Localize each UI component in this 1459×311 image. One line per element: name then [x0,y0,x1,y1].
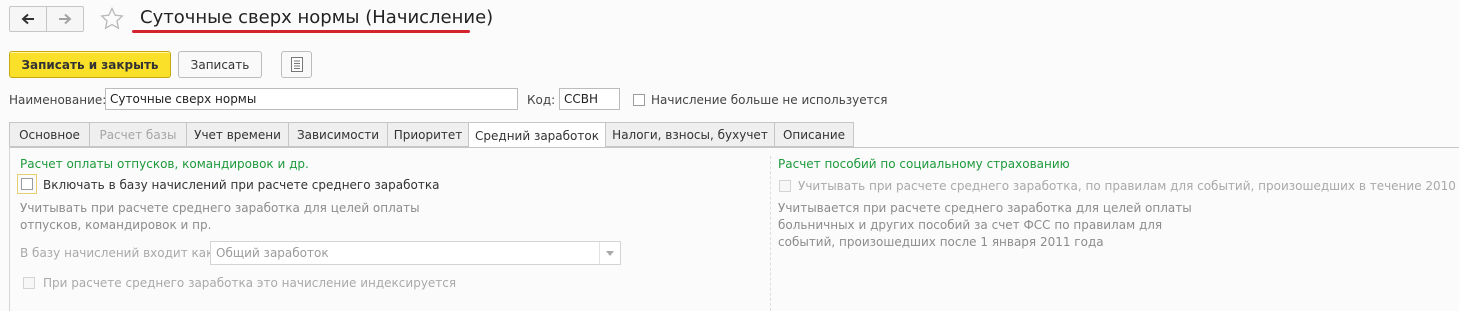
tab-bar: Основное Расчет базы Учет времени Зависи… [9,122,854,148]
tab-description[interactable]: Описание [774,122,854,147]
base-type-dropdown-button [599,242,620,264]
tab-content-left-border [9,147,10,311]
left-hint: Учитывать при расчете среднего заработка… [20,200,420,234]
include-checkbox-focus [17,174,37,194]
name-input[interactable]: Суточные сверх нормы [105,88,518,110]
code-label: Код: [527,93,556,107]
social-insurance-label: Учитывать при расчете среднего заработка… [798,179,1459,193]
forward-button[interactable] [46,7,83,31]
left-hint-line-1: Учитывать при расчете среднего заработка… [20,201,420,215]
save-button[interactable]: Записать [178,51,262,78]
social-insurance-checkbox [779,180,791,192]
left-hint-line-2: отпусков, командировок и пр. [20,218,212,232]
tab-priority[interactable]: Приоритет [387,122,468,147]
unused-checkbox[interactable] [633,94,645,106]
nav-group [9,6,84,32]
tab-time-tracking[interactable]: Учет времени [186,122,288,147]
base-type-label: В базу начислений входит как: [20,246,218,260]
list-icon [290,57,303,72]
tab-average-earnings[interactable]: Средний заработок [468,122,605,148]
code-input[interactable]: ССВН [559,88,620,110]
tab-dependencies[interactable]: Зависимости [288,122,387,147]
right-note-line-3: событий, произошедших после 1 января 201… [778,235,1104,249]
right-section-heading: Расчет пособий по социальному страховани… [778,157,1070,171]
indexed-label: При расчете среднего заработка это начис… [43,276,457,290]
right-note-line-2: больничных и других пособий за счет ФСС … [778,218,1163,232]
include-label[interactable]: Включать в базу начислений при расчете с… [43,178,439,192]
tab-main[interactable]: Основное [9,122,89,147]
page-title: Суточные сверх нормы (Начисление) [140,7,494,28]
indexed-checkbox [23,277,35,289]
column-separator [770,156,771,311]
arrow-right-icon [59,13,72,25]
chevron-down-icon [606,250,614,256]
arrow-left-icon [21,13,34,25]
tab-content-border [9,147,1459,148]
right-note-line-1: Учитывается при расчете среднего заработ… [778,201,1192,215]
name-input-value: Суточные сверх нормы [110,92,257,106]
star-icon [100,6,124,30]
include-checkbox[interactable] [21,178,33,190]
left-section-heading: Расчет оплаты отпусков, командировок и д… [20,157,309,171]
tab-base-calculation: Расчет базы [89,122,186,147]
right-note: Учитывается при расчете среднего заработ… [778,200,1192,251]
base-type-select: Общий заработок [210,241,621,265]
base-type-value: Общий заработок [216,246,329,260]
code-input-value: ССВН [564,92,599,106]
title-underline [132,30,470,33]
name-label: Наименование: [9,93,107,107]
list-menu-button[interactable] [281,51,312,78]
unused-label[interactable]: Начисление больше не используется [651,93,887,107]
favorite-button[interactable] [100,6,124,33]
save-and-close-button[interactable]: Записать и закрыть [9,51,171,78]
tab-taxes[interactable]: Налоги, взносы, бухучет [605,122,774,147]
back-button[interactable] [10,7,46,31]
